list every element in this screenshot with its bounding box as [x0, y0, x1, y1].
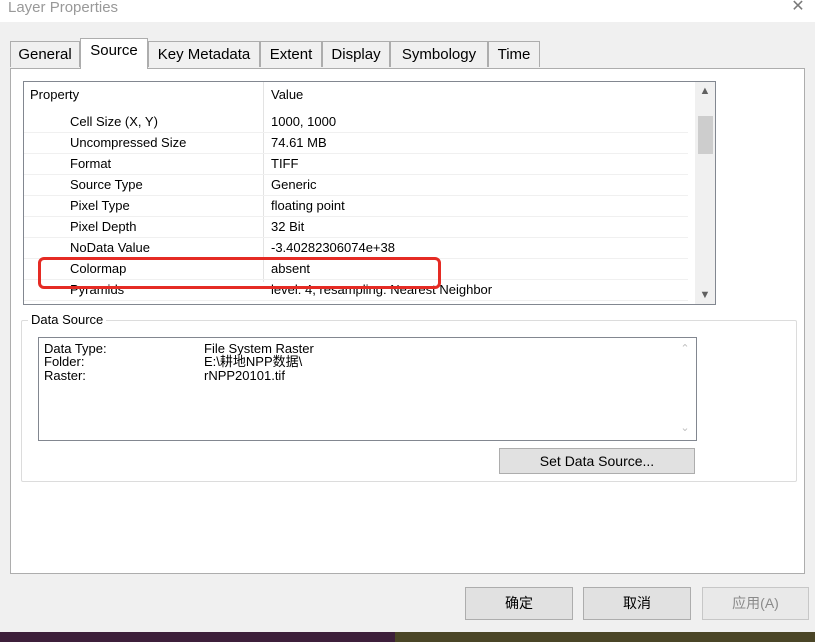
scrollbar-thumb[interactable]	[698, 116, 713, 154]
value-column-header[interactable]: Value	[271, 87, 303, 102]
property-value: -3.40282306074e+38	[271, 240, 395, 255]
property-value: Generic	[271, 177, 317, 192]
data-source-textbox[interactable]: Data Type: File System Raster Folder: E:…	[38, 337, 697, 441]
property-value: 74.61 MB	[271, 135, 327, 150]
data-source-scrollbar[interactable]: ⌃ ⌄	[676, 338, 694, 440]
window-title: Layer Properties	[8, 0, 119, 16]
background-strip	[395, 632, 815, 642]
tab-key-metadata[interactable]: Key Metadata	[148, 41, 260, 67]
cancel-button[interactable]: 取消	[583, 587, 691, 620]
tab-display[interactable]: Display	[322, 41, 390, 67]
close-button[interactable]: ✕	[781, 0, 815, 18]
set-data-source-button[interactable]: Set Data Source...	[499, 448, 695, 474]
table-row[interactable]: Cell Size (X, Y) 1000, 1000	[24, 111, 688, 133]
property-value: TIFF	[271, 156, 299, 171]
table-row[interactable]: Colormap absent	[24, 258, 688, 280]
property-column-header[interactable]: Property	[30, 87, 79, 102]
data-source-legend: Data Source	[28, 312, 107, 327]
property-table[interactable]: Property Value Cell Size (X, Y) 1000, 10…	[23, 81, 716, 305]
property-name: Pyramids	[70, 282, 125, 297]
table-scrollbar[interactable]: ▲ ▼	[695, 82, 715, 304]
table-row[interactable]: Source Type Generic	[24, 174, 688, 196]
scroll-down-icon[interactable]: ▼	[695, 286, 715, 304]
property-name: Cell Size (X, Y)	[70, 114, 158, 129]
tab-general[interactable]: General	[10, 41, 80, 67]
raster-value: rNPP20101.tif	[204, 368, 285, 383]
ok-button[interactable]: 确定	[465, 587, 573, 620]
raster-label: Raster:	[44, 368, 86, 383]
table-row[interactable]: Uncompressed Size 74.61 MB	[24, 132, 688, 154]
tab-extent[interactable]: Extent	[260, 41, 322, 67]
property-name: NoData Value	[70, 240, 150, 255]
folder-label: Folder:	[44, 354, 85, 369]
title-bar: Layer Properties ✕	[0, 0, 815, 22]
scroll-up-icon[interactable]: ▲	[695, 82, 715, 100]
close-icon[interactable]: ✕	[791, 0, 804, 15]
property-value: 32 Bit	[271, 219, 305, 234]
property-name: Pixel Type	[70, 198, 130, 213]
table-header: Property Value	[24, 82, 688, 108]
property-name: Format	[70, 156, 112, 171]
property-name: Source Type	[70, 177, 143, 192]
table-row[interactable]: NoData Value -3.40282306074e+38	[24, 237, 688, 259]
table-row[interactable]: Format TIFF	[24, 153, 688, 175]
tab-source[interactable]: Source	[80, 38, 148, 69]
table-row-pixel-type[interactable]: Pixel Type floating point	[24, 195, 688, 217]
tab-strip: General Source Key Metadata Extent Displ…	[10, 38, 805, 69]
property-name: Colormap	[70, 261, 127, 276]
scroll-down-icon[interactable]: ⌄	[676, 421, 694, 434]
scroll-up-icon[interactable]: ⌃	[676, 342, 694, 355]
tab-symbology[interactable]: Symbology	[390, 41, 488, 67]
property-value: 1000, 1000	[271, 114, 337, 129]
property-name: Uncompressed Size	[70, 135, 187, 150]
folder-value: E:\耕地NPP数据\	[204, 354, 303, 369]
source-tab-panel: Property Value Cell Size (X, Y) 1000, 10…	[10, 68, 805, 574]
property-value: absent	[271, 261, 311, 276]
table-row[interactable]: Pyramids level: 4, resampling: Nearest N…	[24, 279, 688, 301]
property-value: level: 4, resampling: Nearest Neighbor	[271, 282, 493, 297]
background-strip	[0, 632, 395, 642]
data-source-group: Data Source Data Type: File System Raste…	[21, 312, 797, 482]
apply-button[interactable]: 应用(A)	[702, 587, 809, 620]
property-value: floating point	[271, 198, 345, 213]
tab-time[interactable]: Time	[488, 41, 540, 67]
property-name: Pixel Depth	[70, 219, 137, 234]
table-row[interactable]: Pixel Depth 32 Bit	[24, 216, 688, 238]
